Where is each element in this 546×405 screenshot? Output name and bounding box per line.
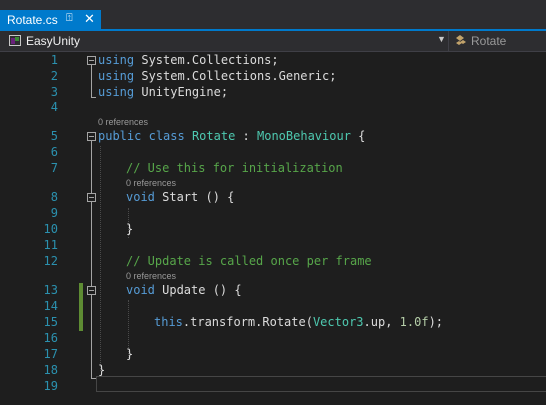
outline-line xyxy=(91,65,92,97)
outline-line xyxy=(91,141,92,378)
namespace: System.Collections; xyxy=(134,53,279,67)
navbar-separator xyxy=(448,31,449,51)
line-number: 15 xyxy=(43,315,58,329)
navigation-bar: EasyUnity ▼ Rotate xyxy=(0,31,546,52)
keyword: public xyxy=(98,129,142,143)
line-number: 18 xyxy=(43,363,58,377)
project-dropdown[interactable]: EasyUnity ▼ xyxy=(5,31,447,51)
line-number: 5 xyxy=(50,129,58,143)
collapse-icon[interactable] xyxy=(87,132,96,141)
line-number: 12 xyxy=(43,254,58,268)
codelens-references[interactable]: 0 references xyxy=(98,117,148,127)
code-line-3: using UnityEngine; xyxy=(98,85,228,99)
line-number: 14 xyxy=(43,299,58,313)
line-number: 10 xyxy=(43,222,58,236)
method-signature: Update () { xyxy=(154,283,242,297)
brace: { xyxy=(350,129,366,143)
line-number: 9 xyxy=(50,206,58,220)
collapse-icon[interactable] xyxy=(87,286,96,295)
code-line-13: void Update () { xyxy=(126,283,242,297)
indent-guide xyxy=(100,146,101,371)
type-name: Vector3 xyxy=(312,315,364,329)
line-number: 19 xyxy=(43,379,58,393)
keyword: void xyxy=(126,283,155,297)
comment: // Use this for initialization xyxy=(126,161,343,175)
collapse-icon[interactable] xyxy=(87,56,96,65)
line-number: 2 xyxy=(50,69,58,83)
code-line-17: } xyxy=(126,347,133,361)
codelens-references[interactable]: 0 references xyxy=(126,271,176,281)
class-name: Rotate xyxy=(191,129,236,143)
line-number: 11 xyxy=(43,238,58,252)
csharp-project-icon xyxy=(9,35,21,46)
codelens-references[interactable]: 0 references xyxy=(126,178,176,188)
member-access: .up, xyxy=(363,315,400,329)
tab-bar: Rotate.cs ⍐ ✕ xyxy=(0,0,546,31)
line-number: 7 xyxy=(50,161,58,175)
number-literal: 1.0f xyxy=(399,315,429,329)
line-number: 8 xyxy=(50,190,58,204)
change-indicator xyxy=(79,283,83,331)
code-editor[interactable] xyxy=(0,52,546,405)
pin-icon[interactable]: ⍐ xyxy=(66,12,73,25)
code-line-7: // Use this for initialization xyxy=(126,161,343,175)
base-class: MonoBehaviour xyxy=(257,129,351,143)
line-number: 13 xyxy=(43,283,58,297)
project-name: EasyUnity xyxy=(26,34,81,48)
chevron-down-icon[interactable]: ▼ xyxy=(437,34,446,44)
code-line-15: this.transform.Rotate(Vector3.up, 1.0f); xyxy=(154,315,443,329)
namespace: System.Collections.Generic; xyxy=(134,69,337,83)
close-icon[interactable]: ✕ xyxy=(84,11,95,27)
current-line-highlight[interactable] xyxy=(96,376,546,392)
keyword: this xyxy=(154,315,183,329)
colon: : xyxy=(235,129,257,143)
keyword: using xyxy=(98,69,135,83)
code-line-10: } xyxy=(126,222,133,236)
member-dropdown[interactable]: Rotate xyxy=(452,31,546,51)
brace: } xyxy=(126,347,134,361)
keyword: using xyxy=(98,85,135,99)
comment: // Update is called once per frame xyxy=(126,254,372,268)
line-number: 6 xyxy=(50,145,58,159)
keyword: void xyxy=(126,190,155,204)
namespace: UnityEngine; xyxy=(134,85,229,99)
tab-rotate-cs[interactable]: Rotate.cs ⍐ ✕ xyxy=(0,10,101,31)
class-icon xyxy=(456,35,466,45)
brace: } xyxy=(126,222,134,236)
member-access: .transform.Rotate( xyxy=(182,315,313,329)
collapse-icon[interactable] xyxy=(87,193,96,202)
method-signature: Start () { xyxy=(154,190,235,204)
code-line-2: using System.Collections.Generic; xyxy=(98,69,336,83)
line-number: 3 xyxy=(50,85,58,99)
brace: } xyxy=(98,363,106,377)
tab-title: Rotate.cs xyxy=(7,13,58,27)
keyword: using xyxy=(98,53,135,67)
outline-end xyxy=(91,97,96,98)
code-line-12: // Update is called once per frame xyxy=(126,254,372,268)
punctuation: ); xyxy=(428,315,444,329)
code-line-18: } xyxy=(98,363,105,377)
code-line-1: using System.Collections; xyxy=(98,53,279,67)
code-line-8: void Start () { xyxy=(126,190,234,204)
member-name: Rotate xyxy=(471,34,507,48)
line-number: 16 xyxy=(43,331,58,345)
line-number: 4 xyxy=(50,100,58,114)
keyword: class xyxy=(148,129,185,143)
line-number: 17 xyxy=(43,347,58,361)
code-line-5: public class Rotate : MonoBehaviour { xyxy=(98,129,365,143)
line-number: 1 xyxy=(50,53,58,67)
